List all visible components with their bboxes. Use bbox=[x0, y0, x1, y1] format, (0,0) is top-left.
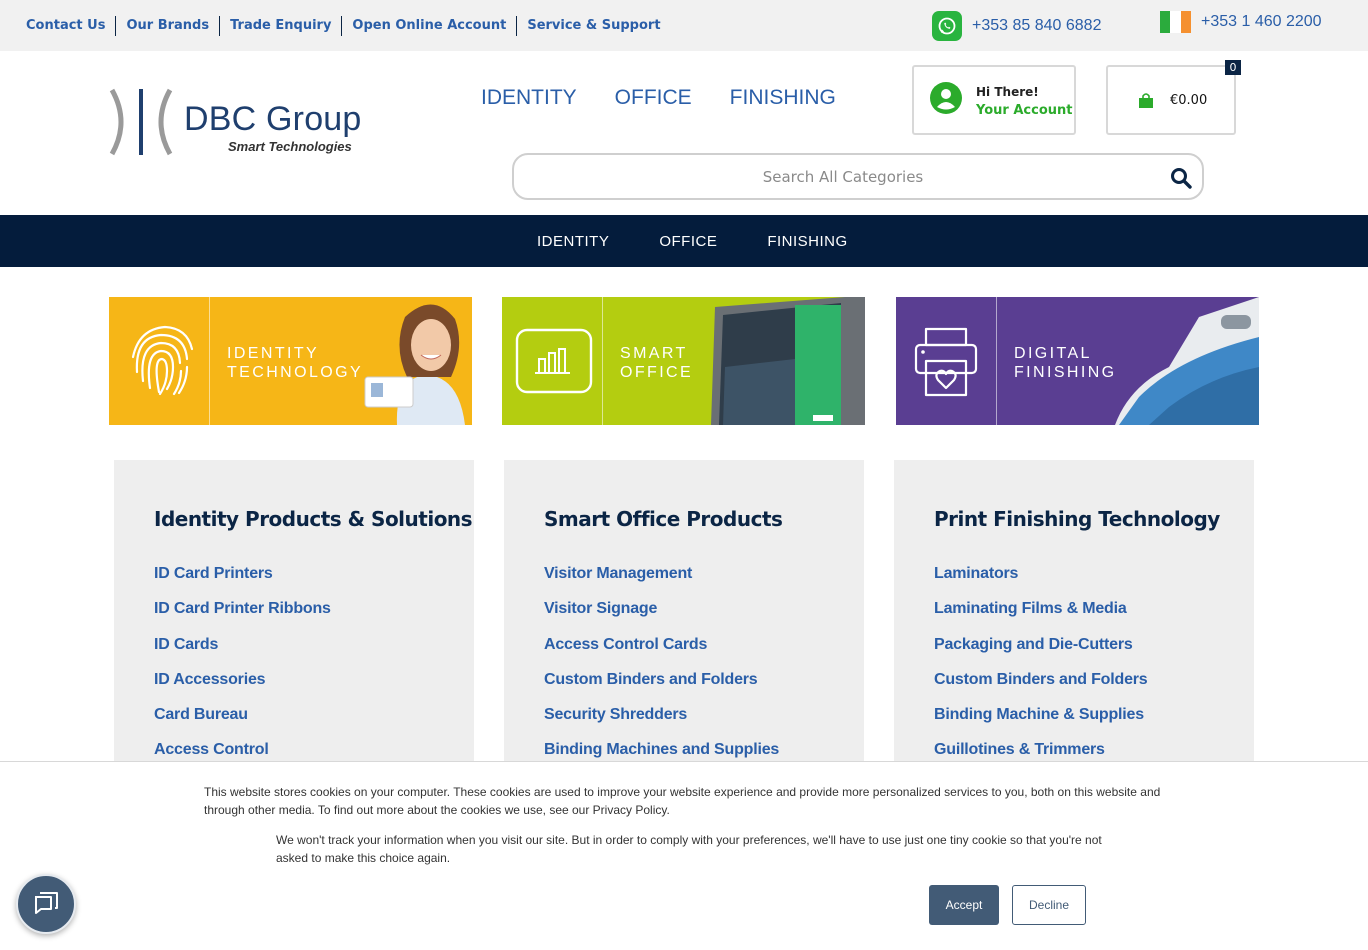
account-link: Your Account bbox=[976, 103, 1073, 118]
top-link-trade-enquiry[interactable]: Trade Enquiry bbox=[220, 16, 343, 36]
list-item[interactable]: ID Accessories bbox=[154, 671, 331, 706]
list-item[interactable]: Laminating Films & Media bbox=[934, 600, 1148, 635]
cookie-text-primary: This website stores cookies on your comp… bbox=[204, 785, 1161, 817]
cookie-banner: This website stores cookies on your comp… bbox=[0, 761, 1368, 950]
list-item[interactable]: Access Control Cards bbox=[544, 636, 779, 671]
list-item[interactable]: Custom Binders and Folders bbox=[544, 671, 779, 706]
top-link-open-online-account[interactable]: Open Online Account bbox=[342, 16, 518, 36]
banner-label: DIGITAL FINISHING bbox=[1014, 345, 1117, 381]
logo-name: DBC Group bbox=[184, 100, 362, 138]
top-link-service-support[interactable]: Service & Support bbox=[517, 16, 670, 36]
cart-count-badge: 0 bbox=[1225, 60, 1241, 75]
whatsapp-phone-number: +353 85 840 6882 bbox=[972, 17, 1102, 34]
banner-identity-technology[interactable]: IDENTITY TECHNOLOGY bbox=[109, 297, 472, 425]
user-icon bbox=[930, 82, 962, 114]
category-nav-finishing[interactable]: FINISHING bbox=[767, 233, 847, 250]
top-utility-bar: Contact Us Our Brands Trade Enquiry Open… bbox=[0, 0, 1368, 51]
column-print-finishing: Print Finishing Technology Laminators La… bbox=[894, 460, 1254, 770]
column-title: Smart Office Products bbox=[544, 507, 783, 531]
dbc-logo[interactable]: DBC Group Smart Technologies bbox=[108, 88, 368, 158]
main-nav-office[interactable]: OFFICE bbox=[615, 86, 692, 110]
search-icon[interactable] bbox=[1170, 167, 1192, 189]
ireland-flag-icon bbox=[1160, 11, 1191, 33]
banner-digital-finishing[interactable]: DIGITAL FINISHING bbox=[896, 297, 1259, 425]
ireland-phone-number: +353 1 460 2200 bbox=[1201, 13, 1322, 30]
list-item[interactable]: ID Card Printers bbox=[154, 565, 331, 600]
printer-heart-icon bbox=[914, 327, 978, 397]
main-nav-finishing[interactable]: FINISHING bbox=[730, 86, 836, 110]
logo-tagline: Smart Technologies bbox=[228, 139, 352, 154]
search-input[interactable] bbox=[528, 163, 1158, 191]
top-link-contact-us[interactable]: Contact Us bbox=[26, 16, 117, 36]
whatsapp-phone[interactable]: +353 85 840 6882 bbox=[932, 11, 1101, 41]
decline-button[interactable]: Decline bbox=[1012, 885, 1086, 925]
list-item[interactable]: ID Cards bbox=[154, 636, 331, 671]
list-item[interactable]: Card Bureau bbox=[154, 706, 331, 741]
accept-button[interactable]: Accept bbox=[929, 885, 999, 925]
column-title: Identity Products & Solutions bbox=[154, 507, 473, 531]
banner-photo-laminator bbox=[1115, 297, 1259, 425]
chat-launcher-button[interactable] bbox=[16, 874, 76, 934]
fingerprint-icon bbox=[131, 325, 194, 396]
category-nav-identity[interactable]: IDENTITY bbox=[537, 233, 609, 250]
column-title: Print Finishing Technology bbox=[934, 507, 1220, 531]
banner-photo-tablet-display bbox=[711, 297, 865, 425]
cookie-text-secondary: We won't track your information when you… bbox=[276, 833, 1102, 865]
cart-total: €0.00 bbox=[1170, 93, 1208, 108]
main-nav: IDENTITY OFFICE FINISHING bbox=[481, 86, 836, 110]
list-item[interactable]: Laminators bbox=[934, 565, 1148, 600]
column-identity-products: Identity Products & Solutions ID Card Pr… bbox=[114, 460, 474, 770]
bar-chart-icon bbox=[515, 328, 593, 394]
banner-smart-office[interactable]: SMART OFFICE bbox=[502, 297, 865, 425]
list-item[interactable]: Visitor Management bbox=[544, 565, 779, 600]
list-item[interactable]: Custom Binders and Folders bbox=[934, 671, 1148, 706]
list-item[interactable]: ID Card Printer Ribbons bbox=[154, 600, 331, 635]
top-links: Contact Us Our Brands Trade Enquiry Open… bbox=[26, 16, 671, 36]
main-nav-identity[interactable]: IDENTITY bbox=[481, 86, 577, 110]
list-item[interactable]: Packaging and Die-Cutters bbox=[934, 636, 1148, 671]
whatsapp-icon bbox=[932, 11, 962, 41]
account-greeting: Hi There! bbox=[976, 85, 1039, 99]
ireland-phone[interactable]: +353 1 460 2200 bbox=[1160, 11, 1322, 33]
cart-button[interactable]: €0.00 bbox=[1106, 65, 1236, 135]
shopping-bag-icon bbox=[1139, 93, 1153, 108]
category-nav: IDENTITY OFFICE FINISHING bbox=[0, 215, 1368, 267]
category-nav-office[interactable]: OFFICE bbox=[659, 233, 717, 250]
column-smart-office-products: Smart Office Products Visitor Management… bbox=[504, 460, 864, 770]
search-bar bbox=[512, 153, 1204, 200]
chat-icon bbox=[35, 892, 58, 914]
banner-label: SMART OFFICE bbox=[620, 345, 694, 381]
banner-photo-woman-with-card bbox=[364, 304, 465, 425]
account-button[interactable]: Hi There! Your Account bbox=[912, 65, 1076, 135]
banner-label: IDENTITY TECHNOLOGY bbox=[227, 345, 364, 381]
list-item[interactable]: Visitor Signage bbox=[544, 600, 779, 635]
dbc-logo-mark-icon bbox=[109, 88, 173, 156]
list-item[interactable]: Security Shredders bbox=[544, 706, 779, 741]
list-item[interactable]: Binding Machine & Supplies bbox=[934, 706, 1148, 741]
top-link-our-brands[interactable]: Our Brands bbox=[116, 16, 221, 36]
